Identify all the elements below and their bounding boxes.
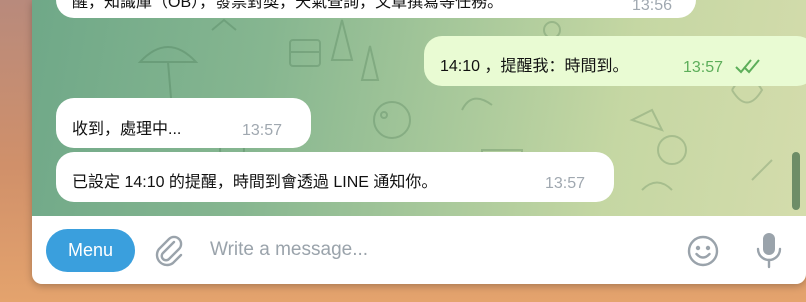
message-time: 13:57: [242, 122, 283, 139]
message-text: 收到，處理中...: [72, 121, 182, 138]
message-composer: Menu: [32, 216, 806, 284]
message-bubble[interactable]: 已設定 14:10 的提醒，時間到會透過 LINE 通知你。 13:57: [56, 152, 614, 202]
chat-window: 醒，知識庫（OB），發票對獎，天氣查詢，文章撰寫等任務。 13:56 14:10…: [32, 0, 806, 284]
scrollbar-thumb[interactable]: [792, 152, 800, 210]
smiley-icon[interactable]: [686, 234, 720, 268]
message-bubble[interactable]: 醒，知識庫（OB），發票對獎，天氣查詢，文章撰寫等任務。 13:56: [56, 0, 696, 18]
microphone-icon[interactable]: [754, 230, 784, 270]
paperclip-icon[interactable]: [152, 233, 186, 267]
message-time: 13:57: [545, 175, 586, 192]
message-text: 已設定 14:10 的提醒，時間到會透過 LINE 通知你。: [72, 174, 438, 191]
message-text: 醒，知識庫（OB），發票對獎，天氣查詢，文章撰寫等任務。: [72, 0, 504, 11]
menu-button[interactable]: Menu: [46, 229, 135, 272]
message-text: 14:10 ，提醒我：時間到。: [440, 58, 629, 75]
message-time: 13:57: [683, 59, 724, 76]
chat-history[interactable]: 醒，知識庫（OB），發票對獎，天氣查詢，文章撰寫等任務。 13:56 14:10…: [32, 0, 806, 216]
message-time: 13:56: [632, 0, 673, 14]
message-bubble-outgoing[interactable]: 14:10 ，提醒我：時間到。 13:57: [424, 36, 806, 86]
message-input[interactable]: [208, 234, 682, 266]
double-check-icon: [735, 59, 760, 74]
message-bubble[interactable]: 收到，處理中... 13:57: [56, 98, 311, 148]
